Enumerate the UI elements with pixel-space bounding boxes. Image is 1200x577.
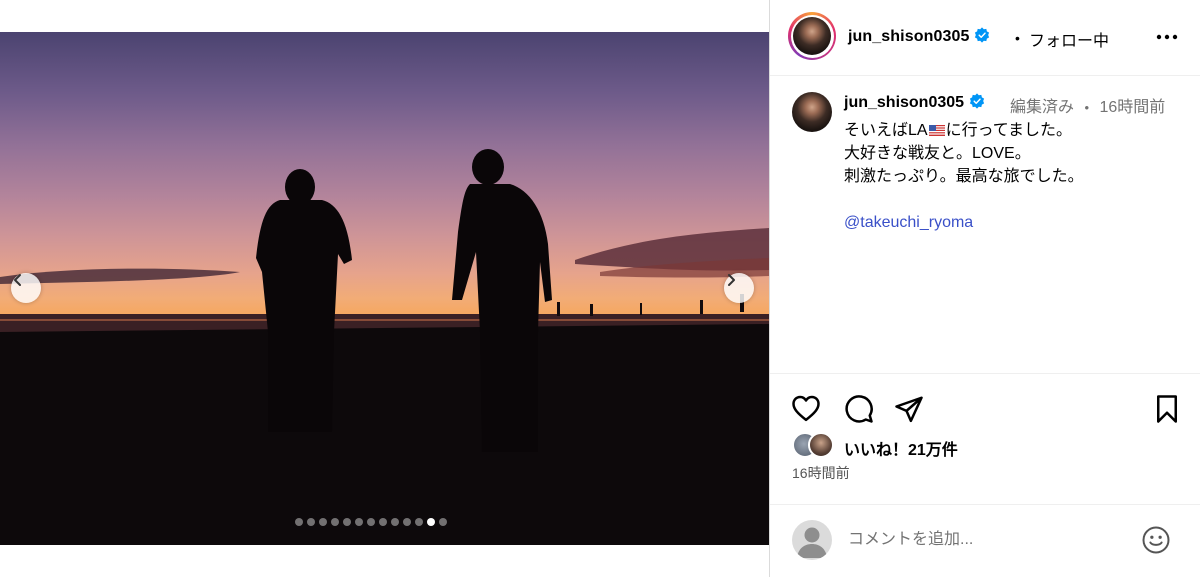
header-separator: •	[1015, 30, 1020, 46]
caption-line-1: そいえばLA に行ってました。	[844, 122, 1072, 139]
comment-icon[interactable]	[844, 394, 874, 424]
mention-link[interactable]: @takeuchi_ryoma	[844, 211, 1184, 234]
bookmark-icon[interactable]	[1154, 394, 1180, 424]
caption-line-2: 大好きな戦友と。LOVE。	[844, 145, 1031, 162]
author-username[interactable]: jun_shison0305	[848, 27, 990, 46]
post-media[interactable]	[0, 32, 769, 545]
more-options-icon[interactable]	[1156, 30, 1178, 44]
edited-label: 編集済み	[1010, 99, 1075, 116]
post-side-panel: jun_shison0305 • フォロー中 jun_shison0305 編集…	[769, 0, 1200, 577]
slide-dot	[331, 518, 339, 526]
slide-dot	[319, 518, 327, 526]
comment-input[interactable]	[848, 525, 1128, 555]
verified-badge-icon	[969, 93, 985, 109]
caption-meta: 編集済み • 16時間前	[1010, 93, 1165, 117]
slide-dot	[367, 518, 375, 526]
username-text[interactable]: jun_shison0305	[848, 28, 969, 45]
chevron-left-icon	[14, 274, 21, 286]
us-flag-icon	[928, 125, 945, 136]
slide-indicator	[295, 518, 447, 526]
caption-line-3: 刺激たっぷり。最高な旅でした。	[844, 168, 1084, 185]
caption-text: そいえばLA に行ってました。 大好きな戦友と。LOVE。 刺激たっぷり。最高な旅…	[844, 119, 1184, 234]
post-timestamp[interactable]: 16時間前	[792, 463, 850, 483]
slide-dot	[307, 518, 315, 526]
following-button[interactable]: フォロー中	[1029, 27, 1109, 51]
slide-dot	[391, 518, 399, 526]
share-icon[interactable]	[894, 394, 924, 424]
comment-composer	[770, 504, 1200, 577]
post-header: jun_shison0305 • フォロー中	[770, 0, 1200, 76]
slide-dot	[439, 518, 447, 526]
slide-dot	[379, 518, 387, 526]
action-bar	[770, 373, 1200, 423]
meta-separator: •	[1084, 100, 1090, 115]
heart-icon[interactable]	[791, 394, 821, 422]
chevron-right-icon	[728, 274, 735, 286]
sunset-photo	[0, 149, 769, 545]
slide-dot	[295, 518, 303, 526]
username-text[interactable]: jun_shison0305	[844, 94, 964, 111]
slide-dot	[343, 518, 351, 526]
avatar[interactable]	[792, 92, 832, 132]
avatar	[793, 17, 831, 55]
previous-slide-button[interactable]	[11, 273, 41, 303]
default-user-icon	[797, 527, 827, 558]
author-avatar[interactable]	[788, 12, 836, 60]
slide-dot	[403, 518, 411, 526]
next-slide-button[interactable]	[724, 273, 754, 303]
avatar	[808, 432, 834, 458]
avatar	[792, 520, 832, 560]
caption-author[interactable]: jun_shison0305	[844, 93, 985, 112]
caption-time[interactable]: 16時間前	[1099, 99, 1165, 116]
verified-badge-icon	[975, 27, 990, 43]
emoji-icon[interactable]	[1141, 525, 1171, 555]
likes-count[interactable]: いいね！21万件	[844, 436, 958, 460]
slide-dot	[427, 518, 435, 526]
slide-dot	[415, 518, 423, 526]
slide-dot	[355, 518, 363, 526]
